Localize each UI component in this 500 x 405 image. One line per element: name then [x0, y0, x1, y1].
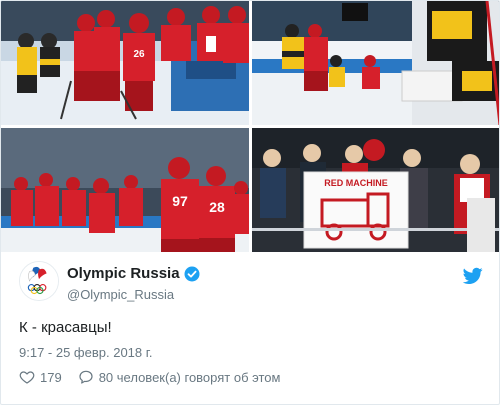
display-name[interactable]: Olympic Russia [67, 265, 180, 282]
jersey-number-label: 26 [133, 49, 145, 60]
comment-bubble-icon [79, 370, 93, 384]
photo-fans-banner[interactable]: RED MACHINE [252, 128, 499, 252]
verified-badge-icon [184, 266, 200, 281]
embedded-tweet: 26 97 28 RED MACHINE Olympic Russia @Oly… [0, 0, 500, 405]
media-grid: 26 97 28 RED MACHINE [1, 1, 499, 252]
like-count: 179 [40, 369, 62, 385]
twitter-bird-icon[interactable] [463, 267, 483, 285]
reply-label: 80 человек(а) говорят об этом [98, 369, 281, 385]
avatar[interactable] [19, 261, 59, 301]
tweet-text: К - красавцы! [19, 319, 112, 336]
tweet-actions: 179 80 человек(а) говорят об этом [19, 369, 296, 385]
tweet-timestamp[interactable]: 9:17 - 25 февр. 2018 г. [19, 345, 153, 360]
photo-team-celebrating[interactable]: 97 28 [1, 128, 249, 252]
photo-goal-scored[interactable] [252, 1, 499, 125]
name-row: Olympic Russia [67, 265, 200, 282]
heart-icon [19, 371, 35, 384]
tweet-author: Olympic Russia @Olympic_Russia [19, 261, 483, 307]
photo-players-bench[interactable]: 26 [1, 1, 249, 125]
reply-button[interactable]: 80 человек(а) говорят об этом [78, 369, 281, 385]
player-number-28: 28 [209, 199, 225, 215]
like-button[interactable]: 179 [19, 369, 62, 385]
player-number-97: 97 [172, 193, 188, 209]
fan-sign-label: RED MACHINE [324, 178, 388, 188]
user-handle[interactable]: @Olympic_Russia [67, 287, 174, 302]
